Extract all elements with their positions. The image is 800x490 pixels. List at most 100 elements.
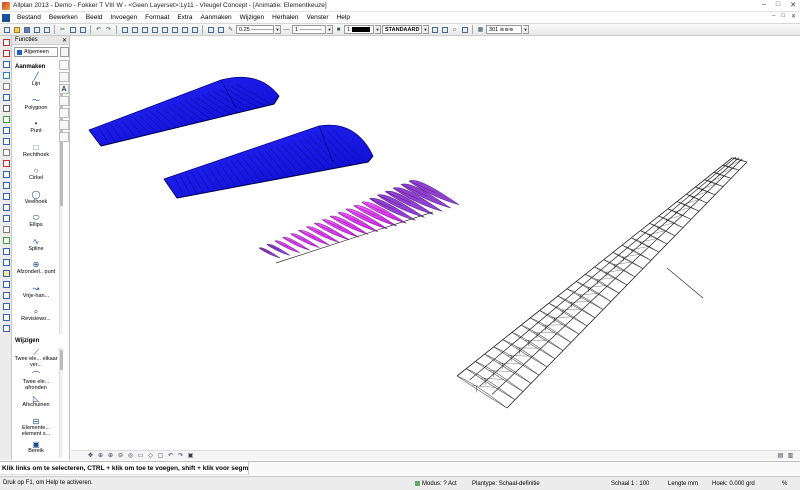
menu-help[interactable]: Help [333, 14, 354, 21]
left-tool-icon[interactable] [1, 37, 11, 47]
library-icon[interactable] [59, 132, 69, 142]
tool-polygoon[interactable]: 〜 Polygoon [14, 96, 58, 111]
left-tool-icon[interactable] [1, 70, 11, 80]
prompt-input[interactable] [248, 462, 800, 475]
tool-lijn[interactable]: ╱ Lijn [14, 72, 58, 87]
image-icon[interactable] [59, 120, 69, 130]
drawing-files-icon[interactable] [130, 25, 139, 34]
left-tool-icon[interactable] [1, 202, 11, 212]
print-preview-icon[interactable] [42, 25, 51, 34]
wing-skin-upper[interactable] [88, 76, 280, 147]
hatch-dropdown[interactable]: ▼ [523, 25, 529, 34]
angle-field[interactable]: Hoek: 0.000 grd [712, 479, 755, 488]
line-type-dropdown[interactable]: ▼ [327, 25, 333, 34]
modify-scroll-thumb[interactable] [60, 350, 63, 370]
menu-beeld[interactable]: Beeld [82, 14, 107, 21]
left-tool-icon[interactable] [1, 147, 11, 157]
tool-afzonderl-punt[interactable]: ⊕ Afzonderl.. punt [14, 260, 58, 275]
left-tool-icon[interactable] [1, 191, 11, 201]
tool-rechthoek[interactable]: □ Rechthoek [14, 143, 58, 158]
drawing-viewport[interactable] [71, 36, 800, 450]
search-icon[interactable] [60, 47, 69, 57]
doc-close-button[interactable]: ✕ [791, 13, 796, 20]
minimize-button[interactable]: – [762, 1, 766, 9]
color-dropdown[interactable]: ▼ [375, 25, 381, 34]
print-icon[interactable] [32, 25, 41, 34]
hide-icon[interactable] [180, 25, 189, 34]
doc-minimize-button[interactable]: – [772, 13, 775, 20]
undo-icon[interactable]: ↶ [94, 25, 103, 34]
previous-view-icon[interactable]: ↶ [167, 452, 174, 459]
tool-ellips[interactable]: ⬭ Ellips [14, 213, 58, 228]
layer-dropdown[interactable]: ▼ [423, 25, 429, 34]
left-tool-icon[interactable] [1, 103, 11, 113]
menu-bewerken[interactable]: Bewerken [45, 14, 82, 21]
menu-extra[interactable]: Extra [173, 14, 196, 21]
line-type-icon[interactable]: — [282, 25, 291, 34]
menu-formaat[interactable]: Formaat [141, 14, 173, 21]
left-tool-icon[interactable] [1, 235, 11, 245]
left-tool-icon[interactable] [1, 279, 11, 289]
objects-icon[interactable] [59, 72, 69, 82]
dimension-icon[interactable] [59, 96, 69, 106]
pen-thickness-field[interactable]: 0.25 ———— [236, 25, 274, 34]
modify-tool-1[interactable]: ⌒ Twee ele... afronden [14, 371, 58, 391]
tool-vrije-han[interactable]: ↝ Vrije-han... [14, 284, 58, 299]
left-tool-icon[interactable] [1, 92, 11, 102]
cut-icon[interactable]: ✂ [58, 25, 67, 34]
left-tool-icon[interactable] [1, 268, 11, 278]
new-file-icon[interactable] [2, 25, 11, 34]
modify-scrollbar[interactable] [59, 348, 63, 458]
menu-herhalen[interactable]: Herhalen [268, 14, 302, 21]
left-tool-icon[interactable] [1, 312, 11, 322]
left-tool-icon[interactable] [1, 48, 11, 58]
maximize-button[interactable]: □ [776, 1, 780, 9]
redo-icon[interactable]: ↷ [104, 25, 113, 34]
save-icon[interactable] [22, 25, 31, 34]
menu-aanmaken[interactable]: Aanmaken [197, 14, 236, 21]
left-tool-icon[interactable] [1, 246, 11, 256]
pen-thickness-dropdown[interactable]: ▼ [275, 25, 281, 34]
scale-field[interactable]: Schaal 1 : 100 [611, 479, 649, 488]
animation-icon[interactable] [170, 25, 179, 34]
left-tool-icon[interactable] [1, 180, 11, 190]
layer-select-icon[interactable] [430, 25, 439, 34]
line-type-field[interactable]: 1 ———— [292, 25, 326, 34]
zoom-all-icon[interactable]: ◎ [127, 452, 134, 459]
bulb-icon[interactable]: ☼ [450, 25, 459, 34]
hatch-field[interactable]: 301 ≋≋≋ [486, 25, 522, 34]
window-split-icon[interactable]: ▥ [787, 452, 794, 459]
wing-skin-lower[interactable] [163, 124, 374, 199]
zoom-in-icon[interactable]: ⊕ [107, 452, 114, 459]
close-button[interactable]: ✕ [790, 1, 796, 9]
document-icon[interactable] [2, 13, 10, 22]
left-tool-icon[interactable] [1, 59, 11, 69]
modify-tool-0[interactable]: ⟋ Twee ele... elkaar ver... [14, 348, 58, 368]
left-tool-icon[interactable] [1, 158, 11, 168]
panel-close-icon[interactable]: ✕ [62, 37, 69, 44]
color-icon[interactable]: ■ [334, 25, 343, 34]
layer-status-icon[interactable] [440, 25, 449, 34]
menu-bestand[interactable]: Bestand [13, 14, 45, 21]
tool-revisiewo[interactable]: ⌕ Revisiewo... [14, 307, 58, 322]
zoom-window-icon[interactable]: ⊕ [97, 452, 104, 459]
measure-icon[interactable] [206, 25, 215, 34]
render-icon[interactable] [190, 25, 199, 34]
tool-veelhoek[interactable]: ◯ Veelhoek [14, 190, 58, 205]
wing-wireframe[interactable] [456, 156, 748, 409]
category-select[interactable]: Algemeen [14, 47, 58, 57]
format-icon[interactable] [216, 25, 225, 34]
left-tool-icon[interactable] [1, 290, 11, 300]
tool-cirkel[interactable]: ○ Cirkel [14, 166, 58, 181]
copy-icon[interactable] [68, 25, 77, 34]
pan-icon[interactable]: ✥ [87, 452, 94, 459]
hatch-icon[interactable]: ▦ [476, 25, 485, 34]
view-top-icon[interactable]: ▢ [157, 452, 164, 459]
color-field[interactable]: 1 [344, 25, 374, 34]
plantype-field[interactable]: Plantype: Schaal-definitie [472, 479, 540, 488]
view-iso-icon[interactable]: ◇ [147, 452, 154, 459]
cube-view-icon[interactable] [160, 25, 169, 34]
next-view-icon[interactable]: ↷ [177, 452, 184, 459]
pattern-icon[interactable] [460, 25, 469, 34]
render-view-icon[interactable]: ▣ [187, 452, 194, 459]
